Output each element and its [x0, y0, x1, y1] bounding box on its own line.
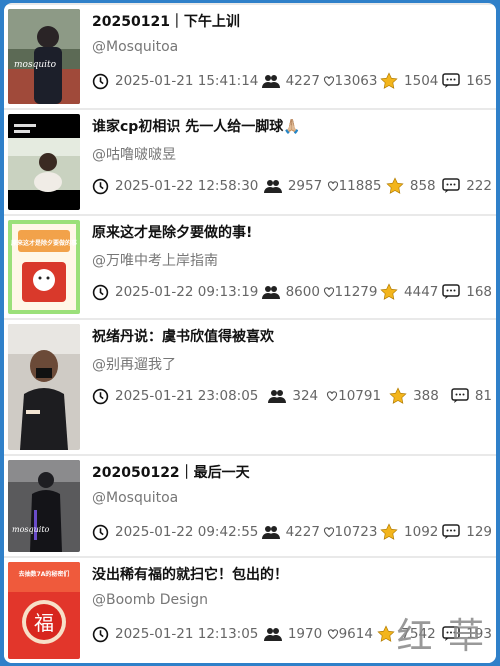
- post-time: 2025-01-21 12:13:05: [115, 626, 259, 642]
- comment-icon: [442, 178, 460, 193]
- favorite-count: 1092: [404, 524, 439, 540]
- like-count: 10723: [334, 524, 378, 540]
- post-stats: 2025-01-21 23:08:05 324 10791 388 81: [92, 386, 492, 406]
- post-stats: 2025-01-21 15:41:14 4227 13063 1504 165: [92, 71, 492, 91]
- views-icon: [263, 628, 282, 641]
- post-author[interactable]: @别再遛我了: [92, 354, 176, 374]
- view-count: 324: [292, 388, 319, 404]
- post-card[interactable]: mosquito 20250121｜下午上训 @Mosquitoa 2025-0…: [4, 5, 496, 108]
- post-thumbnail[interactable]: [8, 324, 80, 450]
- like-count: 13063: [334, 73, 378, 89]
- like-count: 9614: [338, 626, 373, 642]
- post-title[interactable]: 谁家cp初相识 先一人给一脚球🙏🏼: [92, 116, 488, 136]
- thumbnail-overlay-text: mosquito: [12, 525, 50, 534]
- clock-icon: [92, 284, 109, 300]
- like-count: 11279: [334, 284, 378, 300]
- post-stats: 2025-01-22 12:58:30 2957 11885 858 222: [92, 176, 492, 196]
- thumbnail-banner-text: 原来这才是除夕要做的事: [11, 239, 77, 247]
- heart-icon: [323, 527, 334, 538]
- post-author[interactable]: @万唯中考上岸指南: [92, 250, 218, 270]
- post-time: 2025-01-22 09:42:55: [115, 524, 259, 540]
- star-icon: [389, 387, 407, 404]
- thumbnail-overlay-text: mosquito: [14, 60, 57, 70]
- favorite-count: 1504: [404, 73, 439, 89]
- comment-count: 165: [466, 73, 493, 89]
- heart-icon: [327, 629, 338, 640]
- heart-icon: [327, 391, 338, 402]
- post-author[interactable]: @Mosquitoa: [92, 39, 178, 55]
- view-count: 4227: [285, 73, 320, 89]
- favorite-count: 388: [413, 388, 439, 404]
- comment-count: 129: [466, 524, 493, 540]
- thumbnail-top-text: 去抽数7A的秘密们: [19, 570, 70, 578]
- like-count: 10791: [338, 388, 382, 404]
- post-title[interactable]: 没出稀有福的就扫它！包出的！: [92, 564, 488, 584]
- post-thumbnail[interactable]: 去抽数7A的秘密们 福: [8, 562, 80, 659]
- heart-icon: [323, 76, 334, 87]
- view-count: 4227: [285, 524, 320, 540]
- clock-icon: [92, 388, 109, 404]
- post-stats: 2025-01-22 09:13:19 8600 11279 4447 168: [92, 282, 492, 302]
- star-icon: [386, 177, 404, 194]
- star-icon: [380, 283, 398, 300]
- post-card[interactable]: 祝绪丹说：虞书欣值得被喜欢 @别再遛我了 2025-01-21 23:08:05…: [4, 320, 496, 454]
- post-title[interactable]: 祝绪丹说：虞书欣值得被喜欢: [92, 326, 488, 346]
- star-icon: [380, 72, 398, 89]
- clock-icon: [92, 524, 109, 540]
- watermark: 红 草: [396, 616, 486, 657]
- comment-count: 168: [466, 284, 493, 300]
- clock-icon: [92, 73, 109, 89]
- favorite-count: 4447: [404, 284, 439, 300]
- comment-icon: [451, 388, 469, 403]
- post-time: 2025-01-22 12:58:30: [115, 178, 259, 194]
- views-icon: [261, 75, 280, 88]
- post-time: 2025-01-22 09:13:19: [115, 284, 259, 300]
- post-card[interactable]: 去抽数7A的秘密们 福 没出稀有福的就扫它！包出的！ @Boomb Design…: [4, 558, 496, 663]
- view-count: 2957: [287, 178, 323, 194]
- post-author[interactable]: @咕噜啵啵昱: [92, 144, 176, 164]
- post-time: 2025-01-21 23:08:05: [115, 388, 259, 404]
- star-icon: [380, 523, 398, 540]
- post-time: 2025-01-21 15:41:14: [115, 73, 259, 89]
- star-icon: [377, 625, 395, 642]
- post-thumbnail[interactable]: [8, 114, 80, 210]
- heart-icon: [323, 287, 334, 298]
- comment-icon: [442, 524, 460, 539]
- post-card[interactable]: 原来这才是除夕要做的事 原来这才是除夕要做的事! @万唯中考上岸指南 2025-…: [4, 216, 496, 318]
- post-title[interactable]: 20250121｜下午上训: [92, 11, 488, 31]
- heart-icon: [327, 181, 338, 192]
- views-icon: [261, 286, 280, 299]
- favorite-count: 858: [409, 178, 436, 194]
- view-count: 1970: [287, 626, 323, 642]
- post-author[interactable]: @Boomb Design: [92, 592, 208, 608]
- fu-character: 福: [34, 611, 54, 635]
- post-thumbnail[interactable]: mosquito: [8, 9, 80, 104]
- views-icon: [261, 526, 280, 539]
- clock-icon: [92, 626, 109, 642]
- post-list: mosquito 20250121｜下午上训 @Mosquitoa 2025-0…: [4, 3, 496, 663]
- post-card[interactable]: mosquito 202050122｜最后一天 @Mosquitoa 2025-…: [4, 456, 496, 556]
- post-thumbnail[interactable]: 原来这才是除夕要做的事: [8, 220, 80, 314]
- views-icon: [268, 390, 287, 403]
- view-count: 8600: [285, 284, 320, 300]
- clock-icon: [92, 178, 109, 194]
- post-author[interactable]: @Mosquitoa: [92, 490, 178, 506]
- post-stats: 2025-01-22 09:42:55 4227 10723 1092 129: [92, 522, 492, 542]
- post-thumbnail[interactable]: mosquito: [8, 460, 80, 552]
- comment-count: 81: [474, 388, 492, 404]
- post-title[interactable]: 202050122｜最后一天: [92, 462, 488, 482]
- like-count: 11885: [338, 178, 382, 194]
- post-card[interactable]: 谁家cp初相识 先一人给一脚球🙏🏼 @咕噜啵啵昱 2025-01-22 12:5…: [4, 110, 496, 214]
- views-icon: [263, 180, 282, 193]
- comment-count: 222: [466, 178, 492, 194]
- post-title[interactable]: 原来这才是除夕要做的事!: [92, 222, 488, 242]
- comment-icon: [442, 73, 460, 88]
- comment-icon: [442, 284, 460, 299]
